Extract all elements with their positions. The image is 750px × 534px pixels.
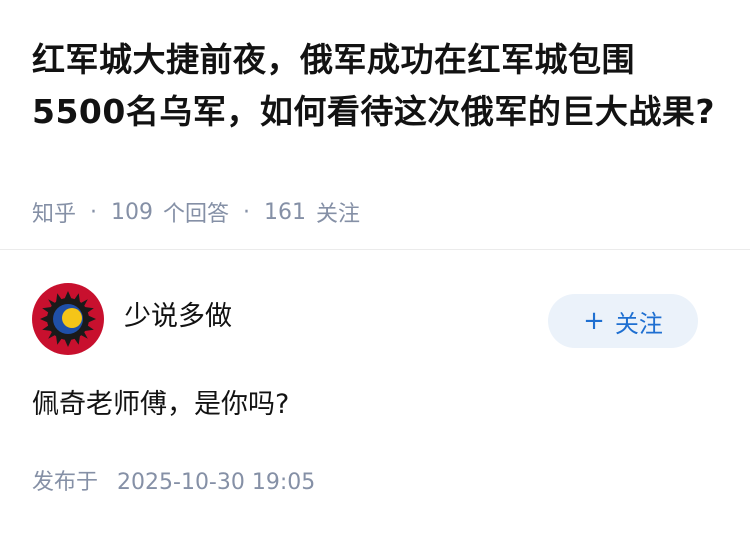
publish-timestamp: 2025-10-30 19:05 (117, 470, 316, 495)
sun-moon-emblem-icon (32, 283, 104, 355)
meta-separator: · (90, 199, 98, 225)
question-header: 红军城大捷前夜，俄军成功在红军城包围5500名乌军，如何看待这次俄军的巨大战果?… (0, 0, 750, 250)
answer-publish-time: 发布于 2025-10-30 19:05 (32, 467, 315, 499)
site-name[interactable]: 知乎 (32, 196, 76, 228)
author-row: 少说多做 + 关注 (32, 283, 718, 355)
follow-count: 161 (264, 199, 307, 225)
answer-count: 109 (111, 199, 154, 225)
answer-count-label: 个回答 (163, 202, 230, 227)
question-meta: 知乎 · 109 个回答 · 161 关注 (32, 196, 360, 228)
author-name[interactable]: 少说多做 (124, 299, 232, 335)
meta-separator: · (243, 199, 251, 225)
plus-icon: + (583, 306, 605, 336)
publish-label: 发布于 (32, 470, 99, 495)
follow-button[interactable]: + 关注 (548, 294, 698, 348)
follow-count-label: 关注 (316, 202, 361, 227)
question-title[interactable]: 红军城大捷前夜，俄军成功在红军城包围5500名乌军，如何看待这次俄军的巨大战果? (32, 34, 722, 138)
avatar[interactable] (32, 283, 104, 355)
answer-content[interactable]: 佩奇老师傅，是你吗? (32, 385, 289, 425)
answer-card: 少说多做 + 关注 佩奇老师傅，是你吗? 发布于 2025-10-30 19:0… (0, 251, 750, 534)
follow-button-label: 关注 (614, 309, 663, 338)
